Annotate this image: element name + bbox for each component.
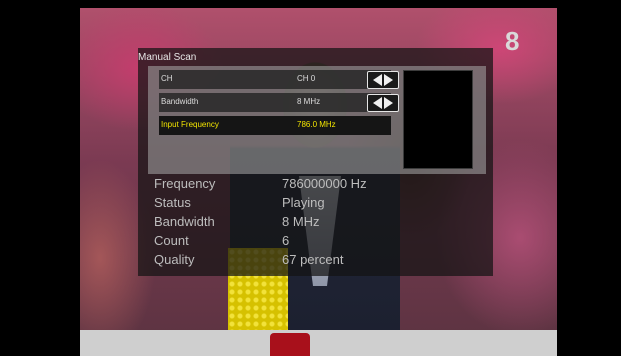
settings-panel: CH CH 0 Bandwidth 8 MHz Input Frequency …: [148, 66, 486, 174]
info-value: Playing: [282, 195, 325, 210]
manual-scan-dialog: Manual Scan CH CH 0 Bandwidth 8 MHz Inpu…: [138, 48, 493, 276]
info-value: 8 MHz: [282, 214, 320, 229]
bandwidth-selector[interactable]: [367, 94, 399, 112]
info-value: 67 percent: [282, 252, 344, 267]
info-row: Status Playing: [154, 195, 484, 214]
setting-label: Bandwidth: [161, 97, 199, 106]
info-key: Status: [154, 195, 191, 210]
setting-label: Input Frequency: [161, 120, 219, 129]
signal-info: Frequency 786000000 Hz Status Playing Ba…: [154, 176, 484, 271]
settings-list: CH CH 0 Bandwidth 8 MHz Input Frequency …: [159, 70, 399, 139]
ch-selector[interactable]: [367, 71, 399, 89]
left-arrow-icon[interactable]: [373, 97, 382, 109]
info-row: Count 6: [154, 233, 484, 252]
table-edge: [80, 330, 557, 356]
info-key: Bandwidth: [154, 214, 215, 229]
info-key: Count: [154, 233, 189, 248]
right-arrow-icon[interactable]: [384, 97, 393, 109]
info-value: 6: [282, 233, 290, 248]
red-cup: [270, 333, 310, 356]
setting-input-frequency[interactable]: Input Frequency 786.0 MHz: [159, 116, 391, 135]
right-arrow-icon[interactable]: [384, 74, 393, 86]
setting-value: 8 MHz: [297, 97, 321, 106]
info-row: Frequency 786000000 Hz: [154, 176, 484, 195]
info-value: 786000000 Hz: [282, 176, 367, 191]
tv-screen: 8 Manual Scan CH CH 0 Bandwidth 8 MHz In…: [0, 0, 621, 356]
info-row: Bandwidth 8 MHz: [154, 214, 484, 233]
dialog-title: Manual Scan: [138, 52, 197, 63]
info-key: Frequency: [154, 176, 216, 191]
setting-ch[interactable]: CH CH 0: [159, 70, 399, 89]
setting-value: CH 0: [297, 74, 316, 83]
setting-label: CH: [161, 74, 173, 83]
left-arrow-icon[interactable]: [373, 74, 382, 86]
info-row: Quality 67 percent: [154, 252, 484, 271]
channel-badge: 8: [505, 26, 520, 56]
setting-value[interactable]: 786.0 MHz: [297, 120, 336, 129]
preview-window: [403, 70, 473, 169]
info-key: Quality: [154, 252, 195, 267]
setting-bandwidth[interactable]: Bandwidth 8 MHz: [159, 93, 399, 112]
